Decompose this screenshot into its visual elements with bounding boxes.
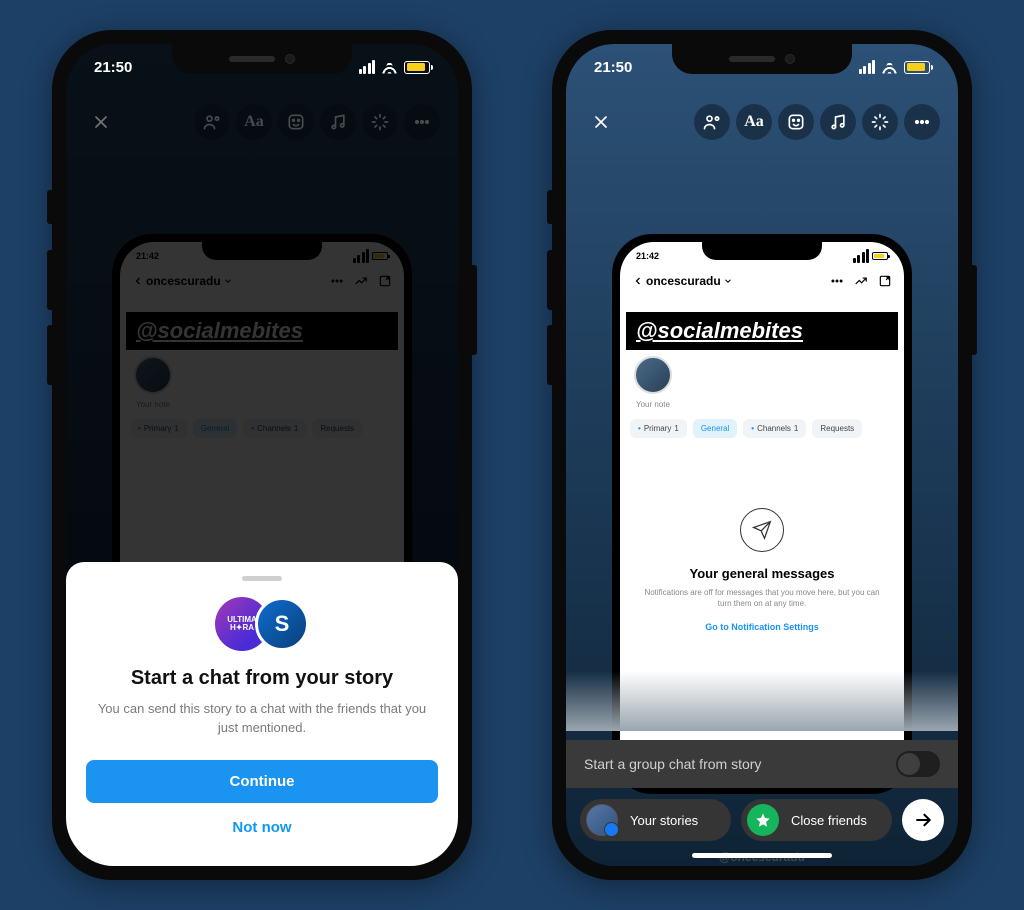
notch [672,44,852,74]
group-chat-toggle-label: Start a group chat from story [584,756,761,772]
battery-icon [904,61,930,74]
your-stories-button[interactable]: Your stories [580,799,731,841]
battery-icon [404,61,430,74]
status-time: 21:50 [94,59,132,76]
share-destinations: Your stories Close friends [566,792,958,848]
your-note-label: Your note [620,398,904,409]
group-chat-toggle-row: Start a group chat from story [566,740,958,788]
your-stories-avatar-icon [586,804,618,836]
power-button [972,265,977,355]
continue-button[interactable]: Continue [86,760,438,803]
comparison-stage: 21:42 oncescuradu [0,0,1024,910]
sheet-avatar-pair: ULTIMAH✦RA S [86,597,438,651]
not-now-button[interactable]: Not now [86,803,438,840]
story-editor-toolbar: Aa [566,90,958,154]
close-friends-star-icon [747,804,779,836]
phone-left: 21:42 oncescuradu [52,30,472,880]
start-chat-sheet: ULTIMAH✦RA S Start a chat from your stor… [66,562,458,866]
effects-icon[interactable] [862,104,898,140]
sheet-grabber[interactable] [242,576,282,581]
signal-icon [359,60,376,74]
volume-up-button [47,250,52,310]
wifi-icon [381,61,398,74]
music-icon[interactable] [820,104,856,140]
close-friends-button[interactable]: Close friends [741,799,892,841]
home-indicator[interactable] [692,853,832,858]
text-tool-icon[interactable]: Aa [736,104,772,140]
next-arrow-button[interactable] [902,799,944,841]
sheet-title: Start a chat from your story [86,667,438,690]
inbox-empty-state: Your general messages Notifications are … [620,448,904,635]
inner-back-title: oncescuradu [632,274,733,288]
status-time: 21:50 [594,59,632,76]
tag-people-icon[interactable] [694,104,730,140]
mute-switch [47,190,52,224]
mention-sticker: @socialmebites [626,312,898,350]
group-chat-toggle[interactable] [896,751,940,777]
wifi-icon [881,61,898,74]
paper-plane-icon [740,508,784,552]
sticker-icon[interactable] [778,104,814,140]
volume-down-button [47,325,52,385]
home-indicator[interactable] [192,853,332,858]
your-note-avatar [634,356,672,394]
phone-right: 21:42 oncescuradu [552,30,972,880]
volume-down-button [547,325,552,385]
volume-up-button [547,250,552,310]
more-icon[interactable] [904,104,940,140]
inbox-tabs: •Primary 1 General •Channels 1 Requests [620,409,904,448]
signal-icon [859,60,876,74]
power-button [472,265,477,355]
close-button[interactable] [584,105,618,139]
mute-switch [547,190,552,224]
notch [172,44,352,74]
notification-settings-link: Go to Notification Settings [705,622,819,632]
sheet-body: You can send this story to a chat with t… [86,700,438,738]
